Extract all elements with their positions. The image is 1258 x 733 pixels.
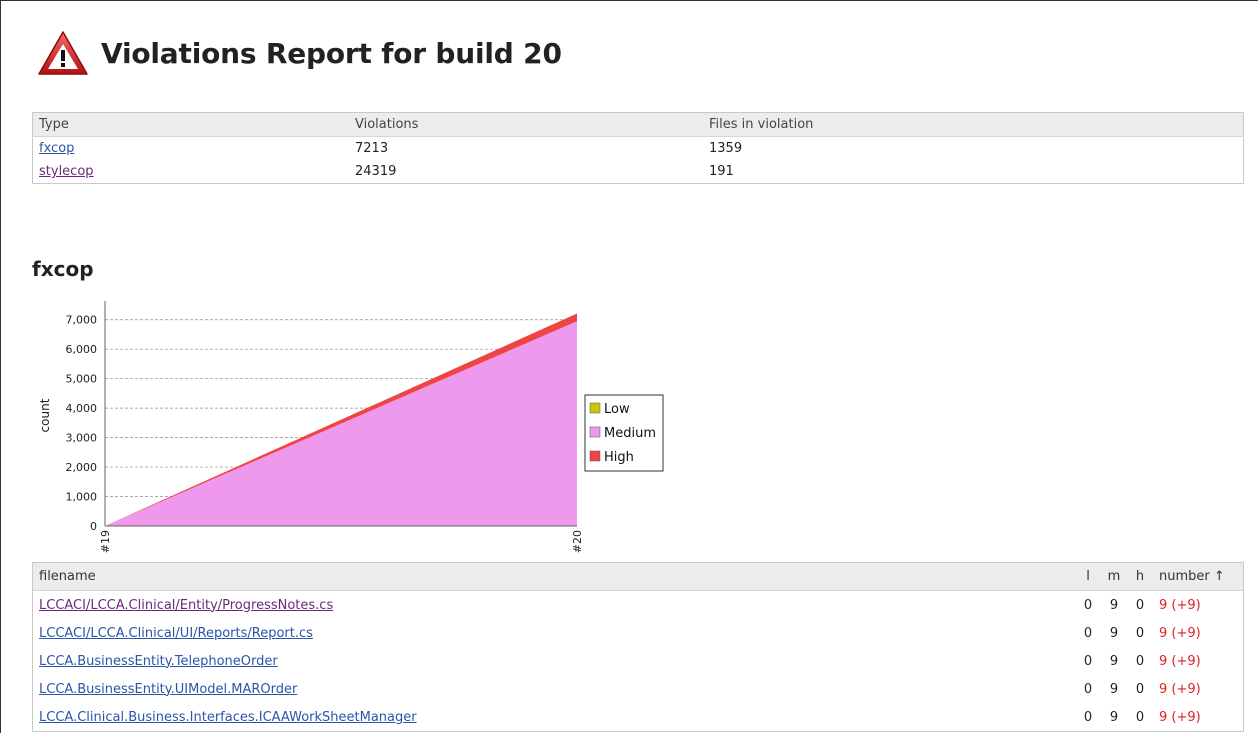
warning-icon	[38, 31, 88, 75]
number-delta: 9 (+9)	[1159, 625, 1201, 641]
low-count: 0	[1083, 653, 1093, 669]
col-medium-header[interactable]: m	[1101, 562, 1127, 591]
file-link[interactable]: LCCA.BusinessEntity.UIModel.MAROrder	[39, 682, 297, 697]
legend-label: High	[604, 450, 634, 465]
summary-row: stylecop 24319 191	[33, 160, 1244, 184]
y-tick-label: 7,000	[66, 314, 98, 327]
files-count: 1359	[709, 141, 743, 156]
high-count: 0	[1135, 681, 1145, 697]
files-header-row: filename l m h number ↑	[32, 562, 1244, 591]
file-link[interactable]: LCCACI/LCCA.Clinical/Entity/ProgressNote…	[39, 598, 333, 613]
section-title: fxcop	[32, 257, 94, 281]
y-tick-label: 2,000	[66, 461, 98, 474]
number-delta: 9 (+9)	[1159, 709, 1201, 725]
y-tick-label: 0	[90, 520, 97, 533]
summary-row: fxcop 7213 1359	[33, 137, 1244, 161]
y-tick-label: 6,000	[66, 343, 98, 356]
low-count: 0	[1083, 597, 1093, 613]
number-delta: 9 (+9)	[1159, 597, 1201, 613]
high-count: 0	[1135, 653, 1145, 669]
legend-swatch	[589, 426, 601, 438]
col-high-header[interactable]: h	[1127, 562, 1153, 591]
page-title: Violations Report for build 20	[101, 36, 562, 70]
col-filename-header[interactable]: filename	[32, 562, 1075, 591]
high-count: 0	[1135, 625, 1145, 641]
stylecop-link[interactable]: stylecop	[39, 164, 94, 179]
table-row: LCCACI/LCCA.Clinical/UI/Reports/Report.c…	[33, 619, 1244, 647]
page-header: Violations Report for build 20	[37, 23, 562, 83]
x-tick-label: #20	[571, 530, 584, 553]
col-low-header[interactable]: l	[1075, 562, 1101, 591]
col-violations-header: Violations	[349, 112, 703, 137]
y-tick-label: 3,000	[66, 432, 98, 445]
files-count: 191	[709, 164, 734, 179]
table-row: LCCA.BusinessEntity.UIModel.MAROrder 0 9…	[33, 675, 1244, 703]
files-table: filename l m h number ↑ LCCACI/LCCA.Clin…	[32, 562, 1244, 732]
table-row: LCCA.Clinical.Business.Interfaces.ICAAWo…	[33, 703, 1244, 732]
x-tick-label: #19	[99, 530, 112, 553]
col-number-header[interactable]: number ↑	[1153, 562, 1244, 591]
violations-count: 24319	[355, 164, 397, 179]
summary-header-row: Type Violations Files in violation	[32, 112, 1244, 137]
col-files-header: Files in violation	[703, 112, 1244, 137]
number-delta: 9 (+9)	[1159, 653, 1201, 669]
y-tick-label: 1,000	[66, 491, 98, 504]
violations-count: 7213	[355, 141, 389, 156]
low-count: 0	[1083, 625, 1093, 641]
legend-label: Medium	[604, 426, 656, 441]
violations-trend-chart: 0 1,000 2,000 3,000 4,000 5,000 6,000 7,000 coun…	[38, 301, 664, 553]
file-link[interactable]: LCCACI/LCCA.Clinical/UI/Reports/Report.c…	[39, 626, 313, 641]
legend-swatch	[589, 402, 601, 414]
medium-count: 9	[1109, 597, 1119, 613]
medium-count: 9	[1109, 681, 1119, 697]
y-tick-label: 4,000	[66, 402, 98, 415]
medium-count: 9	[1109, 625, 1119, 641]
high-count: 0	[1135, 597, 1145, 613]
table-row: LCCACI/LCCA.Clinical/Entity/ProgressNote…	[33, 591, 1244, 620]
number-delta: 9 (+9)	[1159, 681, 1201, 697]
y-axis-label: count	[38, 398, 52, 432]
medium-count: 9	[1109, 653, 1119, 669]
fxcop-link[interactable]: fxcop	[39, 141, 74, 156]
col-type-header: Type	[32, 112, 349, 137]
medium-count: 9	[1109, 709, 1119, 725]
file-link[interactable]: LCCA.Clinical.Business.Interfaces.ICAAWo…	[39, 710, 417, 725]
high-count: 0	[1135, 709, 1145, 725]
y-tick-label: 5,000	[66, 373, 98, 386]
summary-table: Type Violations Files in violation fxcop…	[32, 112, 1244, 184]
file-link[interactable]: LCCA.BusinessEntity.TelephoneOrder	[39, 654, 278, 669]
legend-label: Low	[604, 402, 630, 417]
low-count: 0	[1083, 681, 1093, 697]
table-row: LCCA.BusinessEntity.TelephoneOrder 0 9 0…	[33, 647, 1244, 675]
legend-swatch	[589, 450, 601, 462]
low-count: 0	[1083, 709, 1093, 725]
